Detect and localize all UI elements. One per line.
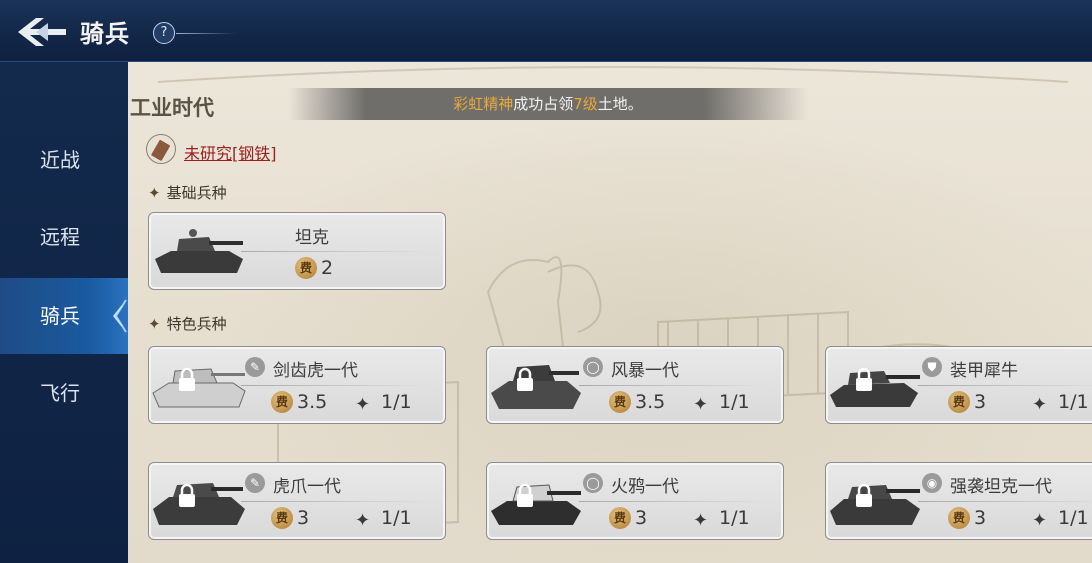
limit-star-icon: ✦ (693, 394, 709, 415)
lock-icon (179, 483, 195, 507)
lock-icon (856, 367, 872, 391)
sidebar-item-ranged[interactable]: 远程 (0, 199, 128, 275)
back-arrow-icon[interactable] (14, 14, 70, 50)
tank-icon (830, 371, 920, 407)
unit-limit: 1/1 (381, 391, 412, 413)
basic-units-heading: ✦ 基础兵种 (148, 184, 227, 202)
unit-limit: 1/1 (381, 507, 412, 529)
unit-cost: 3 (297, 507, 310, 529)
unit-category-sidebar: 近战 远程 骑兵 飞行 (0, 62, 128, 563)
cost-coin-icon: 费 (271, 507, 293, 529)
active-indicator-icon (113, 299, 127, 333)
tank-icon (491, 365, 581, 409)
card-divider (579, 501, 769, 502)
help-divider (176, 33, 236, 34)
tank-icon (153, 483, 245, 525)
unit-cost: 3 (635, 507, 648, 529)
unit-name: 剑齿虎一代 (273, 361, 358, 381)
unit-name: 风暴一代 (611, 361, 679, 381)
shield-icon: ⛊ (922, 357, 942, 377)
unit-name: 坦克 (295, 228, 329, 248)
unit-name: 虎爪一代 (273, 477, 341, 497)
sword-icon: ✎ (245, 357, 265, 377)
shield-round-icon: ◯ (583, 357, 603, 377)
sidebar-item-label: 骑兵 (40, 304, 80, 328)
cost-coin-icon: 费 (609, 391, 631, 413)
cost-coin-icon: 费 (948, 507, 970, 529)
unit-limit: 1/1 (1058, 391, 1089, 413)
notice-text-end: 土地。 (597, 95, 643, 113)
limit-star-icon: ✦ (1032, 394, 1048, 415)
unit-card-tank[interactable]: 坦克 费 2 (148, 212, 446, 290)
card-divider (241, 251, 431, 252)
sidebar-item-flying[interactable]: 飞行 (0, 355, 128, 431)
top-bar: 骑兵 ? (0, 0, 1092, 62)
tank-icon (155, 229, 243, 273)
sidebar-item-melee[interactable]: 近战 (0, 122, 128, 198)
era-title: 工业时代 (130, 96, 214, 120)
unit-cost: 3.5 (635, 391, 666, 413)
research-link[interactable]: 未研究[钢铁] (184, 140, 277, 164)
unit-list-panel: 工业时代 彩虹精神成功占领7级土地。 未研究[钢铁] ✦ 基础兵种 坦克 费 2 … (128, 62, 1092, 563)
unit-name: 火鸦一代 (611, 477, 679, 497)
unit-name: 强袭坦克一代 (950, 477, 1052, 497)
limit-star-icon: ✦ (355, 510, 371, 531)
cost-coin-icon: 费 (609, 507, 631, 529)
unit-card-armored-rhino[interactable]: ⛊ 装甲犀牛 费 3 ✦ 1/1 (825, 346, 1092, 424)
broadcast-notice: 彩虹精神成功占领7级土地。 (288, 88, 808, 120)
lock-icon (179, 367, 195, 391)
shield-round-icon: ◯ (583, 473, 603, 493)
card-divider (241, 501, 431, 502)
tank-icon (830, 485, 920, 525)
limit-star-icon: ✦ (693, 510, 709, 531)
lock-icon (856, 483, 872, 507)
tank-icon (152, 368, 246, 408)
unit-card-fire-crow[interactable]: ◯ 火鸦一代 费 3 ✦ 1/1 (486, 462, 784, 540)
unit-name: 装甲犀牛 (950, 361, 1018, 381)
unit-cost: 2 (321, 257, 334, 279)
notice-player: 彩虹精神 (453, 95, 514, 113)
unit-cost: 3.5 (297, 391, 328, 413)
card-divider (579, 385, 769, 386)
unit-cost: 3 (974, 507, 987, 529)
card-divider (918, 501, 1092, 502)
limit-star-icon: ✦ (355, 394, 371, 415)
sword-icon: ✎ (245, 473, 265, 493)
boot-icon: ◉ (922, 473, 942, 493)
lock-icon (517, 483, 533, 507)
cost-coin-icon: 费 (271, 391, 293, 413)
unit-limit: 1/1 (1058, 507, 1089, 529)
lock-icon (517, 367, 533, 391)
limit-star-icon: ✦ (1032, 510, 1048, 531)
unit-cost: 3 (974, 391, 987, 413)
notice-text: 成功占领 (513, 95, 574, 113)
cost-coin-icon: 费 (295, 257, 317, 279)
unit-card-storm[interactable]: ◯ 风暴一代 费 3.5 ✦ 1/1 (486, 346, 784, 424)
card-divider (241, 385, 431, 386)
notice-level: 7级 (573, 95, 598, 113)
unit-card-sabertooth[interactable]: ✎ 剑齿虎一代 费 3.5 ✦ 1/1 (148, 346, 446, 424)
unit-limit: 1/1 (719, 507, 750, 529)
help-icon[interactable]: ? (153, 22, 175, 44)
tank-icon (491, 484, 581, 525)
unit-card-tiger-claw[interactable]: ✎ 虎爪一代 费 3 ✦ 1/1 (148, 462, 446, 540)
cost-coin-icon: 费 (948, 391, 970, 413)
steel-ingot-icon (146, 134, 176, 164)
sidebar-item-cavalry[interactable]: 骑兵 (0, 278, 128, 354)
unit-card-assault-tank[interactable]: ◉ 强袭坦克一代 费 3 ✦ 1/1 (825, 462, 1092, 540)
unit-limit: 1/1 (719, 391, 750, 413)
page-title: 骑兵 (80, 20, 130, 48)
card-divider (918, 385, 1092, 386)
special-units-heading: ✦ 特色兵种 (148, 315, 227, 333)
